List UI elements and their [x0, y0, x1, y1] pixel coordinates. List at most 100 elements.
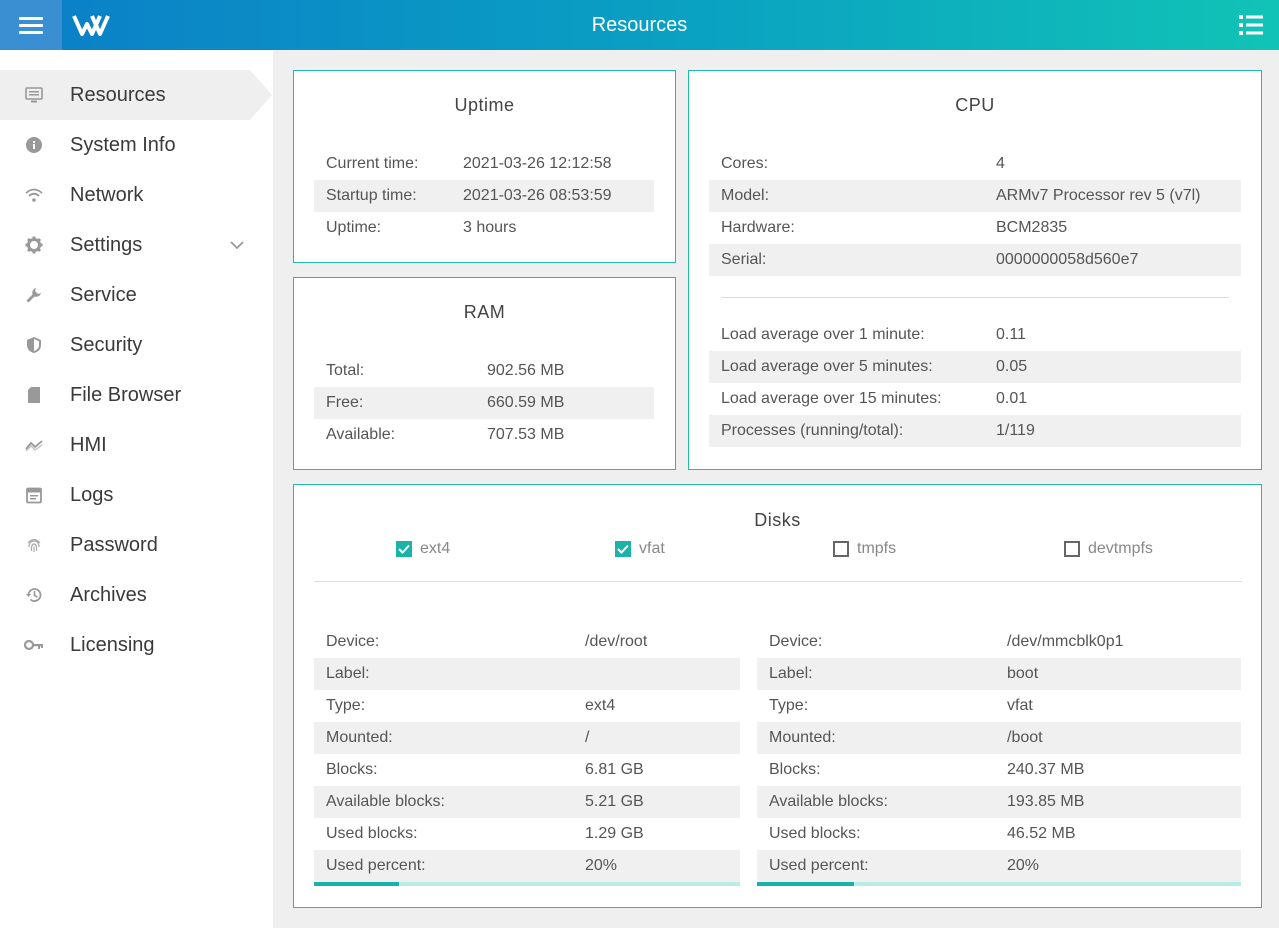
filter-checkbox-devtmpfs[interactable]: devtmpfs	[1064, 540, 1153, 558]
top-bar: Resources	[0, 0, 1279, 50]
row-value: boot	[1007, 665, 1039, 682]
row-key: Used blocks:	[326, 825, 418, 842]
card-title: Disks	[754, 510, 801, 530]
row-value: 1/119	[996, 422, 1035, 439]
sidebar-item-label: Password	[70, 533, 158, 556]
sidebar-item-label: Settings	[70, 233, 143, 256]
table-row: Model: ARMv7 Processor rev 5 (v7l)	[709, 180, 1241, 212]
table-row: Blocks: 6.81 GB	[314, 754, 740, 786]
row-value: /dev/root	[585, 633, 648, 650]
table-row: Serial: 0000000058d560e7	[709, 244, 1241, 276]
table-row: Uptime: 3 hours	[314, 212, 654, 244]
monitor-icon	[24, 85, 44, 105]
table-row: Cores: 4	[709, 148, 1241, 180]
sidebar-item-label: Resources	[70, 83, 166, 106]
hamburger-menu-button[interactable]	[0, 0, 62, 50]
sidebar-item-label: HMI	[70, 433, 107, 456]
chevron-down-icon[interactable]	[228, 236, 246, 254]
table-row: Available blocks: 193.85 MB	[757, 786, 1241, 818]
table-row: Hardware: BCM2835	[709, 212, 1241, 244]
sidebar-item-system-info[interactable]: System Info	[0, 120, 250, 170]
row-key: Label:	[769, 665, 813, 682]
row-key: Label:	[326, 665, 370, 682]
filter-checkbox-tmpfs[interactable]: tmpfs	[833, 540, 896, 558]
divider	[721, 297, 1229, 298]
card-title: Uptime	[454, 95, 515, 115]
row-value: 0000000058d560e7	[996, 251, 1139, 268]
row-key: Total:	[326, 362, 365, 379]
disk-usage-fill	[314, 882, 400, 886]
table-row: Device: /dev/root	[314, 626, 740, 658]
sidebar-item-archives[interactable]: Archives	[0, 570, 250, 620]
table-row: Mounted: /	[314, 722, 740, 754]
row-value: 2021-03-26 12:12:58	[463, 155, 612, 172]
row-value: 46.52 MB	[1007, 825, 1076, 842]
table-row: Startup time: 2021-03-26 08:53:59	[314, 180, 654, 212]
row-value: 4	[996, 155, 1005, 172]
info-icon	[24, 135, 44, 155]
sidebar-item-settings[interactable]: Settings	[0, 220, 250, 270]
row-value: 240.37 MB	[1007, 761, 1085, 778]
history-icon	[24, 585, 44, 605]
row-value: 0.05	[996, 358, 1028, 375]
table-row: Current time: 2021-03-26 12:12:58	[314, 148, 654, 180]
table-row: Used percent: 20%	[757, 850, 1241, 882]
row-key: Cores:	[721, 155, 769, 172]
table-row: Total: 902.56 MB	[314, 355, 654, 387]
table-row: Blocks: 240.37 MB	[757, 754, 1241, 786]
shield-icon	[24, 335, 44, 355]
table-row: Type: ext4	[314, 690, 740, 722]
row-key: Available blocks:	[326, 793, 445, 810]
page-title: Resources	[591, 14, 688, 36]
row-key: Blocks:	[769, 761, 821, 778]
sidebar-item-logs[interactable]: Logs	[0, 470, 250, 520]
row-key: Uptime:	[326, 219, 382, 236]
checkbox-label: devtmpfs	[1088, 540, 1153, 557]
row-value: 3 hours	[463, 219, 517, 236]
sidebar-item-hmi[interactable]: HMI	[0, 420, 250, 470]
checkbox-label: vfat	[639, 540, 665, 557]
sidebar-item-security[interactable]: Security	[0, 320, 250, 370]
row-value: vfat	[1007, 697, 1033, 714]
sidebar-item-service[interactable]: Service	[0, 270, 250, 320]
sd-card-icon	[24, 385, 44, 405]
checkbox-checked-icon	[615, 541, 631, 557]
table-row: Type: vfat	[757, 690, 1241, 722]
sidebar-item-file-browser[interactable]: File Browser	[0, 370, 250, 420]
disk-usage-fill	[757, 882, 854, 886]
table-row: Free: 660.59 MB	[314, 387, 654, 419]
row-value: 902.56 MB	[487, 362, 565, 379]
row-value: /dev/mmcblk0p1	[1007, 633, 1124, 650]
table-row: Available: 707.53 MB	[314, 419, 654, 451]
checkbox-unchecked-icon	[833, 541, 849, 557]
table-row: Mounted: /boot	[757, 722, 1241, 754]
row-value: 1.29 GB	[585, 825, 644, 842]
row-key: Load average over 1 minute:	[721, 326, 925, 343]
row-value: ext4	[585, 697, 616, 714]
sidebar-item-label: Network	[70, 183, 144, 206]
row-key: Processes (running/total):	[721, 422, 904, 439]
row-key: Type:	[769, 697, 809, 714]
sidebar-item-label: System Info	[70, 133, 176, 156]
list-view-icon[interactable]	[1239, 14, 1263, 36]
row-key: Mounted:	[326, 729, 393, 746]
sidebar-item-resources[interactable]: Resources	[0, 70, 272, 120]
row-key: Used percent:	[326, 857, 426, 874]
table-row: Load average over 15 minutes: 0.01	[709, 383, 1241, 415]
sidebar-item-licensing[interactable]: Licensing	[0, 620, 250, 670]
table-row: Load average over 1 minute: 0.11	[709, 319, 1241, 351]
row-key: Current time:	[326, 155, 419, 172]
cpu-card: CPU Cores: 4 Model: ARMv7 Processor rev …	[688, 70, 1262, 470]
sidebar-item-network[interactable]: Network	[0, 170, 250, 220]
row-key: Available blocks:	[769, 793, 888, 810]
row-value: 0.01	[996, 390, 1028, 407]
filter-checkbox-vfat[interactable]: vfat	[615, 540, 665, 558]
filter-checkbox-ext4[interactable]: ext4	[396, 540, 450, 558]
sidebar-item-label: Logs	[70, 483, 114, 506]
calendar-icon	[24, 485, 44, 505]
disk-usage-bar	[757, 882, 1241, 886]
disks-card: Disks ext4 vfat tmpfs devtmpfs Device: /d…	[293, 484, 1262, 908]
sidebar-item-password[interactable]: Password	[0, 520, 250, 570]
table-row: Label: boot	[757, 658, 1241, 690]
row-value: 707.53 MB	[487, 426, 565, 443]
